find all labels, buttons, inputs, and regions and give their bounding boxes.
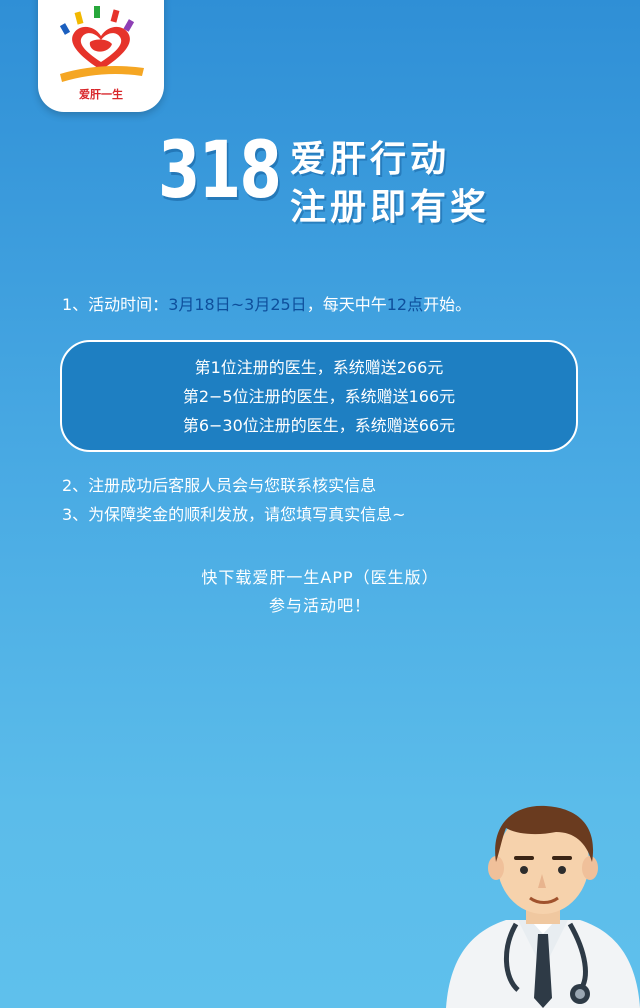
real-info-line: 3、为保障奖金的顺利发放，请您填写真实信息~ (62, 505, 406, 524)
prize-line-1: 第1位注册的医生，系统赠送266元 (194, 358, 444, 377)
prize-line-2: 第2−5位注册的医生，系统赠送166元 (182, 387, 456, 406)
activity-time-line: 1、活动时间：3月18日~3月25日，每天中午12点开始。 (62, 291, 471, 315)
doctor-illustration (446, 805, 640, 1008)
prize-box: 第1位注册的医生，系统赠送266元 第2−5位注册的医生，系统赠送166元 第6… (60, 340, 578, 452)
activity-hour: 12点 (386, 295, 424, 314)
join-cta: 参与活动吧！ (268, 596, 371, 615)
activity-time-mid: ，每天中午 (306, 295, 387, 314)
headline-subtitle: 注册即有奖 (290, 187, 491, 228)
activity-dates: 3月18日~3月25日 (168, 295, 307, 314)
activity-time-suffix: 开始。 (423, 295, 472, 314)
logo-text: 爱肝一生 (79, 88, 123, 101)
headline: 318 爱肝行动 注册即有奖 (158, 132, 498, 238)
prize-line-3: 第6−30位注册的医生，系统赠送66元 (182, 416, 456, 435)
headline-title: 爱肝行动 (290, 139, 451, 180)
liver-heart-icon (59, 6, 144, 82)
app-logo: 爱肝一生 (38, 0, 164, 112)
activity-time-prefix: 1、活动时间： (62, 295, 169, 314)
download-cta: 快下载爱肝一生APP（医生版） (201, 568, 439, 587)
headline-number: 318 (158, 126, 282, 216)
contact-info-line: 2、注册成功后客服人员会与您联系核实信息 (62, 476, 377, 495)
